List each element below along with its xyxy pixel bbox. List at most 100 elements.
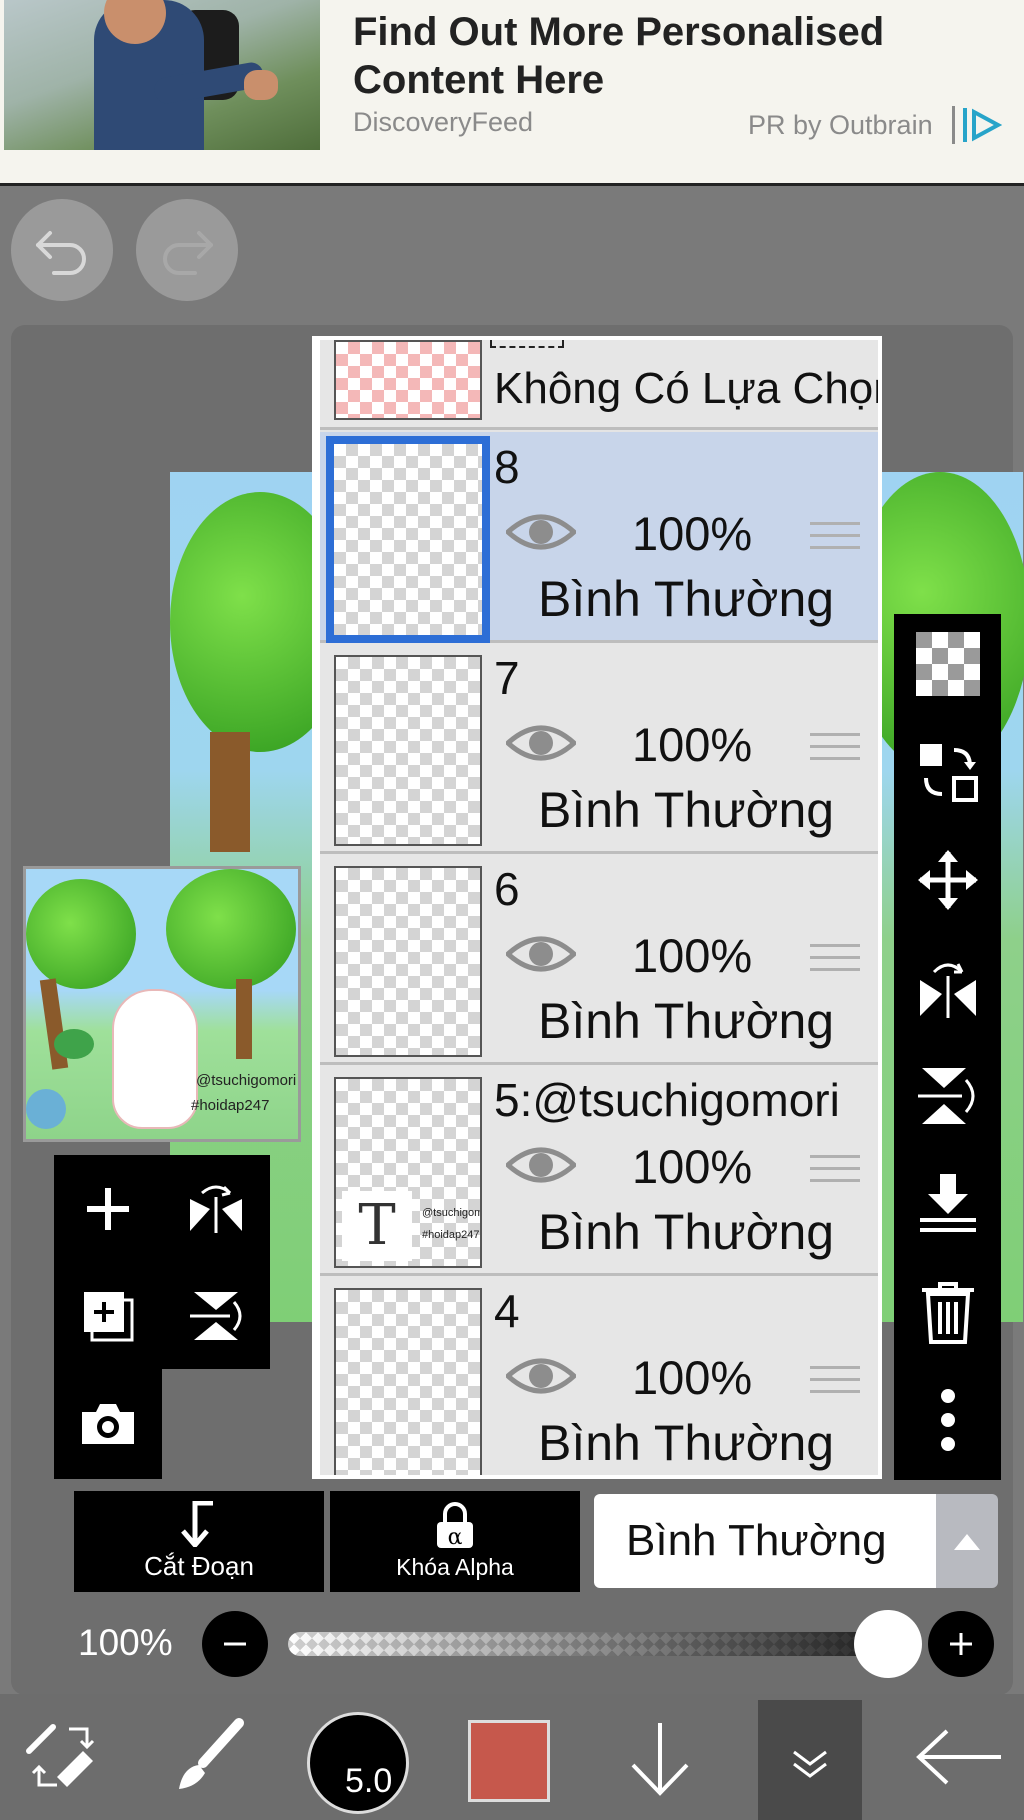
drag-handle-icon[interactable] bbox=[810, 944, 860, 974]
redo-icon bbox=[163, 231, 213, 275]
opacity-value: 100% bbox=[78, 1622, 173, 1663]
alpha-lock-label: Khóa Alpha bbox=[396, 1554, 514, 1580]
alpha-lock-button[interactable]: α Khóa Alpha bbox=[330, 1491, 580, 1592]
layer-row[interactable]: 6 100% Bình Thường bbox=[320, 854, 878, 1065]
ad-source: DiscoveryFeed bbox=[353, 107, 534, 137]
flip-h-icon bbox=[919, 963, 976, 1018]
flip-vertical-icon bbox=[190, 1291, 242, 1340]
merge-down-button[interactable] bbox=[894, 1154, 1001, 1254]
layer-blend-mode: Bình Thường bbox=[538, 571, 835, 627]
selection-thumbnail bbox=[334, 340, 482, 420]
camera-button[interactable] bbox=[54, 1369, 162, 1476]
move-icon bbox=[917, 850, 978, 910]
clipping-button[interactable]: Cắt Đoạn bbox=[74, 1491, 324, 1592]
add-layer-icon bbox=[87, 1187, 129, 1230]
tool-switch-button[interactable] bbox=[18, 1694, 108, 1820]
selection-layer-row[interactable]: Không Có Lựa Chọn bbox=[320, 340, 878, 430]
brush-icon bbox=[179, 1718, 244, 1789]
chevron-up-icon bbox=[954, 1534, 980, 1550]
canvas-preview[interactable]: @tsuchigomori #hoidap247 bbox=[23, 866, 301, 1142]
visibility-eye-icon[interactable] bbox=[506, 1143, 576, 1187]
layer-name: 5:@tsuchigomori bbox=[494, 1074, 840, 1126]
layer-tools-panel bbox=[54, 1155, 270, 1369]
add-layer-button[interactable] bbox=[54, 1155, 162, 1262]
undo-icon bbox=[36, 231, 86, 275]
brush-button[interactable] bbox=[164, 1694, 254, 1820]
select-layer-icon bbox=[919, 744, 978, 802]
layer-thumbnail[interactable] bbox=[326, 436, 490, 643]
color-swatch-button[interactable] bbox=[468, 1720, 550, 1802]
flip-v-button[interactable] bbox=[894, 1046, 1001, 1146]
blend-mode-select[interactable]: Bình Thường bbox=[594, 1494, 936, 1588]
flip-h-button[interactable] bbox=[894, 938, 1001, 1038]
svg-text:α: α bbox=[448, 1525, 463, 1550]
blend-mode-dropdown-button[interactable] bbox=[936, 1494, 998, 1588]
visibility-eye-icon[interactable] bbox=[506, 510, 576, 554]
opacity-slider-track[interactable] bbox=[288, 1632, 888, 1656]
layer-row[interactable]: 7 100% Bình Thường bbox=[320, 643, 878, 854]
brush-size-value: 5.0 bbox=[345, 1762, 393, 1800]
visibility-eye-icon[interactable] bbox=[506, 1354, 576, 1398]
layer-name: 8 bbox=[494, 441, 520, 493]
clipping-arrow-icon bbox=[181, 1501, 213, 1547]
ad-banner[interactable]: Find Out More Personalised Content Here … bbox=[0, 0, 1024, 186]
add-layer-copy-button[interactable] bbox=[54, 1262, 162, 1369]
move-layer-down-button[interactable] bbox=[620, 1694, 700, 1820]
layer-opacity: 100% bbox=[632, 1351, 753, 1404]
layer-panel-toggle-button[interactable] bbox=[758, 1700, 862, 1820]
text-layer-preview-line1: @tsuchigom bbox=[422, 1207, 482, 1219]
back-button[interactable] bbox=[910, 1694, 1010, 1820]
undo-button[interactable] bbox=[11, 199, 113, 301]
layer-thumbnail[interactable] bbox=[334, 1288, 482, 1475]
drag-handle-icon[interactable] bbox=[810, 522, 860, 552]
flip-vertical-button[interactable] bbox=[162, 1262, 270, 1369]
transparent-bg-icon bbox=[915, 632, 980, 696]
clipping-label: Cắt Đoạn bbox=[144, 1551, 254, 1581]
drag-handle-icon[interactable] bbox=[810, 1366, 860, 1396]
layer-row[interactable]: 8 100% Bình Thường bbox=[320, 432, 878, 643]
ad-divider bbox=[952, 106, 955, 144]
camera-icon bbox=[82, 1403, 134, 1444]
add-layer-copy-icon bbox=[84, 1291, 134, 1341]
more-options-button[interactable] bbox=[894, 1370, 1001, 1470]
select-layer-button[interactable] bbox=[894, 722, 1001, 822]
delete-layer-button[interactable] bbox=[894, 1262, 1001, 1362]
selection-label: Không Có Lựa Chọn bbox=[494, 364, 878, 413]
opacity-decrease-button[interactable] bbox=[202, 1611, 268, 1677]
layer-opacity: 100% bbox=[632, 1140, 753, 1193]
visibility-eye-icon[interactable] bbox=[506, 932, 576, 976]
more-icon bbox=[940, 1389, 955, 1451]
layer-row[interactable]: T @tsuchigom #hoidap247 5:@tsuchigomori 100%… bbox=[320, 1065, 878, 1276]
ad-image[interactable] bbox=[4, 0, 320, 150]
transparent-bg-button[interactable] bbox=[894, 614, 1001, 714]
drag-handle-icon[interactable] bbox=[810, 733, 860, 763]
layer-thumbnail[interactable] bbox=[334, 655, 482, 846]
opacity-increase-button[interactable] bbox=[928, 1611, 994, 1677]
move-button[interactable] bbox=[894, 830, 1001, 930]
flip-horizontal-button[interactable] bbox=[162, 1155, 270, 1262]
visibility-eye-icon[interactable] bbox=[506, 721, 576, 765]
ad-title[interactable]: Find Out More Personalised Content Here bbox=[353, 8, 1013, 104]
brush-eraser-switch-icon bbox=[26, 1724, 95, 1787]
redo-button[interactable] bbox=[136, 199, 238, 301]
right-toolbar bbox=[894, 614, 1001, 1480]
outbrain-logo-icon[interactable] bbox=[960, 104, 1002, 146]
layer-thumbnail[interactable] bbox=[334, 866, 482, 1057]
layer-panel[interactable]: Không Có Lựa Chọn 8 100% Bình Thường 7 100% B… bbox=[312, 336, 882, 1479]
arrow-left-icon bbox=[916, 1729, 1001, 1785]
text-layer-preview-line2: #hoidap247 bbox=[422, 1229, 480, 1241]
preview-watermark-line2: #hoidap247 bbox=[191, 1097, 270, 1114]
opacity-slider-knob[interactable] bbox=[854, 1610, 922, 1678]
minus-icon bbox=[224, 1642, 246, 1646]
layer-row[interactable]: 4 100% Bình Thường bbox=[320, 1276, 878, 1475]
layer-list[interactable]: Không Có Lựa Chọn 8 100% Bình Thường 7 100% B… bbox=[320, 340, 878, 1475]
layer-name: 4 bbox=[494, 1285, 520, 1337]
selection-marquee-icon bbox=[490, 340, 564, 348]
lock-icon: α bbox=[437, 1502, 473, 1550]
arrow-down-icon bbox=[631, 1723, 689, 1796]
layer-thumbnail[interactable]: T @tsuchigom #hoidap247 bbox=[334, 1077, 482, 1268]
ad-sponsor[interactable]: PR by Outbrain bbox=[748, 110, 933, 141]
drag-handle-icon[interactable] bbox=[810, 1155, 860, 1185]
text-layer-icon: T bbox=[342, 1191, 412, 1261]
trash-icon bbox=[921, 1282, 974, 1344]
